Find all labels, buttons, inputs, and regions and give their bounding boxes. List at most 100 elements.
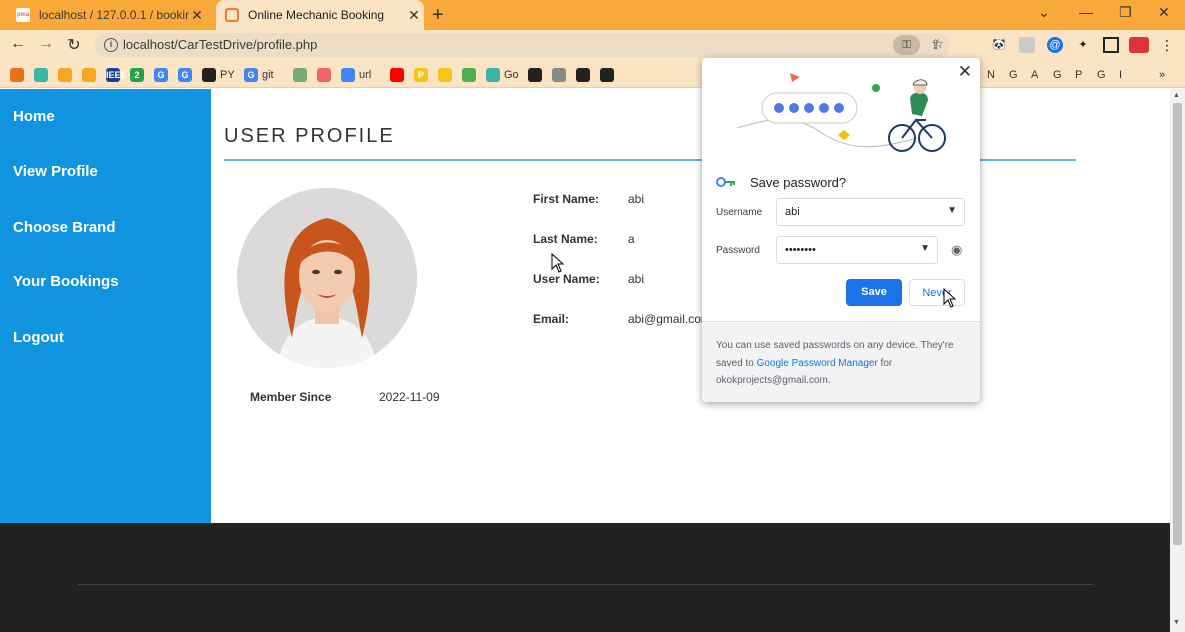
bookmark-item[interactable] <box>58 67 76 83</box>
bookmark-item[interactable]: A <box>1031 67 1038 83</box>
bookmark-label: Go <box>504 69 519 81</box>
password-manager-link[interactable]: Google Password Manager <box>757 358 878 369</box>
bookmark-item[interactable]: G <box>178 67 196 83</box>
close-icon[interactable]: ✕ <box>406 7 422 24</box>
bookmark-label: N <box>987 69 995 81</box>
extension-icon[interactable] <box>1019 37 1035 53</box>
key-icon[interactable]: ⚿ <box>893 35 920 55</box>
stack-icon <box>293 68 307 82</box>
chevron-down-icon[interactable]: ⌄ <box>1038 4 1050 21</box>
bars-icon <box>82 68 96 82</box>
address-bar[interactable]: i localhost/CarTestDrive/profile.php ⚿ ☆ <box>94 33 950 57</box>
github-icon <box>202 68 216 82</box>
sidebar-item-choose-brand[interactable]: Choose Brand <box>13 219 116 236</box>
close-window-icon[interactable]: ✕ <box>1158 4 1170 21</box>
scrollbar[interactable]: ▲ ▼ <box>1170 89 1185 632</box>
bookmark-item[interactable] <box>600 67 618 83</box>
bookmark-item[interactable]: G <box>1009 67 1018 83</box>
password-value: •••••••• <box>785 244 816 256</box>
new-tab-icon[interactable]: + <box>432 4 444 27</box>
close-icon[interactable]: ✕ <box>189 7 205 24</box>
back-icon[interactable]: ← <box>8 35 28 53</box>
share-icon[interactable]: ⇪ <box>930 37 941 53</box>
folder-icon <box>438 68 452 82</box>
bookmark-item[interactable] <box>528 67 546 83</box>
bookmark-item[interactable]: Go <box>486 67 519 83</box>
bookmark-item[interactable]: N <box>987 67 995 83</box>
bookmark-item[interactable] <box>552 67 570 83</box>
info-icon[interactable]: i <box>104 38 118 52</box>
first-name-label: First Name: <box>533 192 600 206</box>
username-value: abi <box>785 206 800 218</box>
side-panel-icon[interactable] <box>1103 37 1119 53</box>
forward-icon[interactable]: → <box>36 35 56 53</box>
sidebar-item-your-bookings[interactable]: Your Bookings <box>13 273 119 290</box>
grammarly-icon[interactable]: @ <box>1047 37 1063 53</box>
orange-icon <box>58 68 72 82</box>
bookmark-item[interactable] <box>82 67 100 83</box>
bookmark-item[interactable] <box>390 67 408 83</box>
bookmark-item[interactable]: G <box>1097 67 1106 83</box>
sidebar-nav: Home View Profile Choose Brand Your Book… <box>0 89 211 523</box>
bookmark-item[interactable] <box>317 67 335 83</box>
bookmark-item[interactable] <box>462 67 480 83</box>
eye-icon[interactable]: ◉ <box>951 242 962 258</box>
figure-icon <box>552 68 566 82</box>
sidebar-item-logout[interactable]: Logout <box>13 329 64 346</box>
key-icon <box>716 177 735 187</box>
bookmark-item[interactable]: 2 <box>130 67 148 83</box>
sidebar-item-home[interactable]: Home <box>13 108 55 125</box>
member-since-label: Member Since <box>250 390 332 404</box>
sidebar-item-view-profile[interactable]: View Profile <box>13 163 98 180</box>
bookmark-item[interactable]: IEEE <box>106 67 127 83</box>
more-bookmarks-icon[interactable]: » <box>1159 67 1165 83</box>
bookmark-item[interactable]: PY <box>202 67 235 83</box>
minimize-icon[interactable]: — <box>1079 4 1093 20</box>
puzzle-icon[interactable]: ✦ <box>1075 37 1091 53</box>
mechanic-icon <box>225 8 239 22</box>
password-select[interactable]: •••••••• ▼ <box>776 236 938 264</box>
password-label: Password <box>716 245 760 256</box>
username-select[interactable]: abi ▼ <box>776 198 965 226</box>
bookmark-item[interactable]: url <box>341 67 371 83</box>
square-icon <box>528 68 542 82</box>
chevron-down-icon[interactable]: ▼ <box>920 243 930 254</box>
reload-icon[interactable]: ↻ <box>64 35 84 55</box>
bookmark-label: PY <box>220 69 235 81</box>
bookmark-item[interactable]: P <box>414 67 432 83</box>
bookmark-item[interactable]: G <box>1053 67 1062 83</box>
record-extension-icon[interactable] <box>1129 37 1149 53</box>
bookmark-item[interactable]: G <box>154 67 172 83</box>
tab-title: Online Mechanic Booking <box>248 8 385 22</box>
drop-icon <box>10 68 24 82</box>
restore-icon[interactable]: ❐ <box>1119 4 1132 21</box>
scroll-down-icon[interactable]: ▼ <box>1173 619 1180 626</box>
heart-icon <box>486 68 500 82</box>
bookmark-item[interactable] <box>293 67 311 83</box>
save-button[interactable]: Save <box>846 279 902 306</box>
tab-phpmyadmin[interactable]: pma localhost / 127.0.0.1 / booking | p … <box>16 0 214 30</box>
bookmark-item[interactable] <box>576 67 594 83</box>
chevron-down-icon[interactable]: ▼ <box>947 205 957 216</box>
bookmark-item[interactable]: I <box>1119 67 1122 83</box>
last-name-value: a <box>628 232 635 246</box>
tab-online-mechanic-booking[interactable]: Online Mechanic Booking ✕ <box>216 0 424 30</box>
avatar-photo <box>237 188 417 368</box>
menu-icon[interactable]: ⋮ <box>1159 37 1175 53</box>
bookmark-item[interactable]: P <box>1075 67 1082 83</box>
url-text[interactable]: localhost/CarTestDrive/profile.php <box>123 37 317 52</box>
bookmark-item[interactable] <box>10 67 28 83</box>
tab-strip: pma localhost / 127.0.0.1 / booking | p … <box>0 0 1185 30</box>
ring-icon <box>462 68 476 82</box>
close-icon[interactable]: ✕ <box>958 62 972 82</box>
bookmark-item[interactable] <box>34 67 52 83</box>
first-name-value: abi <box>628 192 645 206</box>
mouse-cursor-icon <box>551 253 565 273</box>
panda-extension-icon[interactable]: 🐼 <box>991 37 1007 53</box>
scroll-up-icon[interactable]: ▲ <box>1173 92 1180 99</box>
user-name-label: User Name: <box>533 272 600 286</box>
scroll-thumb[interactable] <box>1173 103 1182 545</box>
bookmark-item[interactable] <box>438 67 456 83</box>
bookmark-label: url <box>359 69 372 81</box>
bookmark-item[interactable]: Ggit <box>244 67 274 83</box>
